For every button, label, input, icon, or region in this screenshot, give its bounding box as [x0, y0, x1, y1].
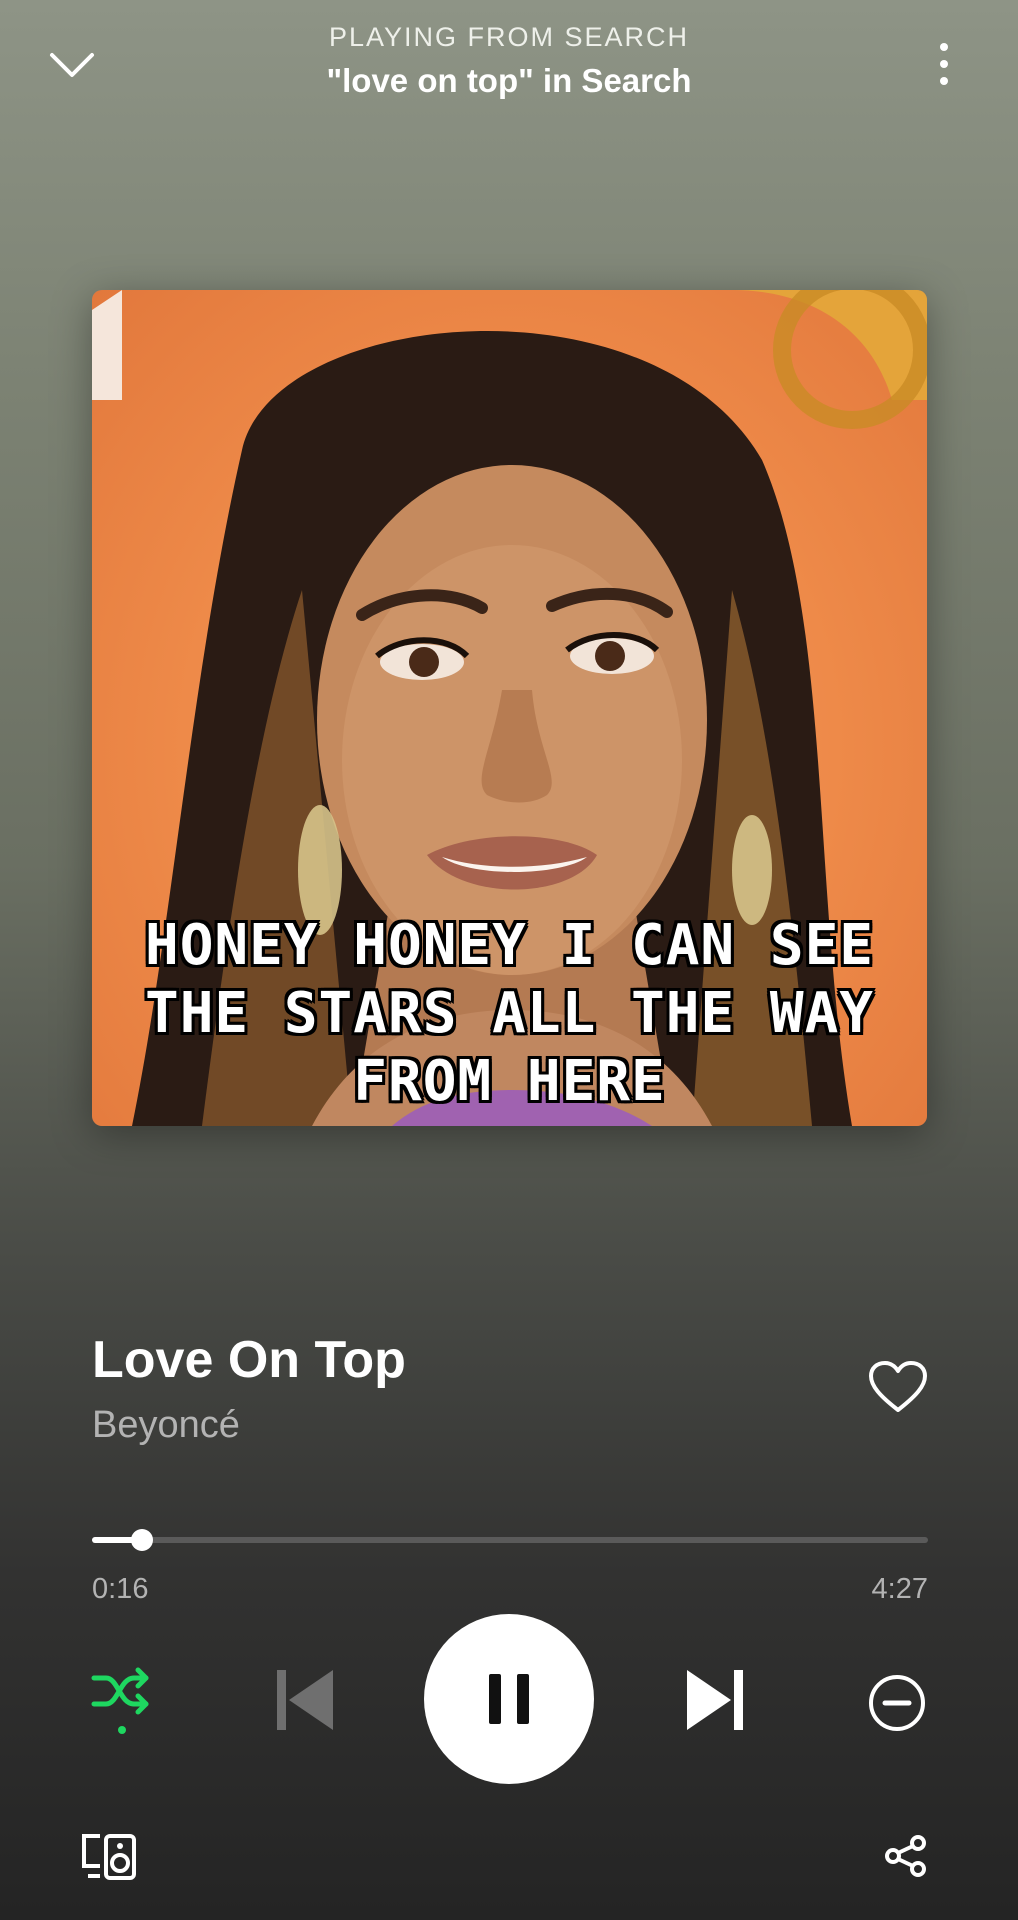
- remove-from-queue-button[interactable]: [862, 1668, 932, 1738]
- share-button[interactable]: [876, 1826, 936, 1886]
- next-button[interactable]: [680, 1660, 750, 1740]
- album-artwork: HONEY HONEY I CAN SEE THE STARS ALL THE …: [92, 290, 927, 1126]
- more-vertical-icon: [940, 43, 948, 51]
- shuffle-button[interactable]: [86, 1662, 158, 1742]
- skip-next-icon: [687, 1670, 743, 1730]
- play-pause-button[interactable]: [424, 1614, 594, 1784]
- minus-circle-icon: [869, 1675, 925, 1731]
- connect-devices-button[interactable]: [78, 1826, 142, 1888]
- heart-outline-icon: [869, 1361, 927, 1412]
- elapsed-time: 0:16: [92, 1573, 149, 1605]
- context-label: PLAYING FROM SEARCH: [328, 22, 690, 52]
- progress-handle[interactable]: [131, 1529, 154, 1551]
- like-button[interactable]: [866, 1355, 930, 1419]
- more-options-button[interactable]: [920, 36, 968, 92]
- pause-icon: [489, 1674, 529, 1724]
- skip-previous-icon: [277, 1670, 333, 1730]
- connect-devices-icon: [82, 1834, 136, 1880]
- total-time: 4:27: [871, 1573, 928, 1605]
- progress-bar[interactable]: [92, 1529, 928, 1551]
- share-icon: [885, 1835, 926, 1877]
- track-artist[interactable]: Beyoncé: [92, 1404, 240, 1447]
- track-title[interactable]: Love On Top: [92, 1330, 406, 1390]
- shuffle-icon: [91, 1667, 149, 1734]
- context-title: "love on top" in Search: [326, 62, 692, 99]
- lyric-caption: HONEY HONEY I CAN SEE THE STARS ALL THE …: [144, 913, 874, 1114]
- previous-button[interactable]: [270, 1660, 340, 1740]
